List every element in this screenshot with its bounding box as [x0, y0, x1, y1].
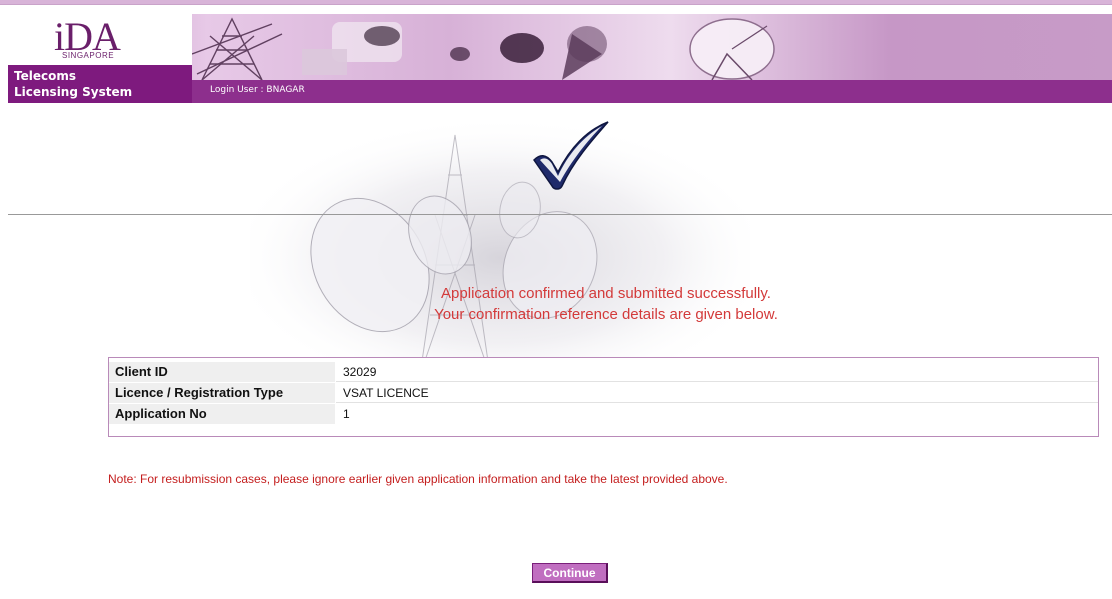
system-title-line2: Licensing System — [14, 85, 133, 99]
satellite-dish-image — [250, 115, 750, 375]
resubmission-note: Note: For resubmission cases, please ign… — [108, 472, 728, 486]
confirmation-details-table: Client ID 32029 Licence / Registration T… — [108, 357, 1099, 437]
confirmation-message-line1: Application confirmed and submitted succ… — [441, 285, 771, 302]
column-divider — [335, 404, 336, 424]
logo-subtitle: SINGAPORE — [62, 51, 115, 60]
table-row: Application No 1 — [109, 404, 1098, 424]
section-divider — [8, 214, 1112, 215]
logo-box: iDA SINGAPORE — [8, 14, 192, 65]
login-user: Login User : BNAGAR — [210, 85, 305, 95]
confirmation-message-line2: Your confirmation reference details are … — [434, 306, 778, 323]
client-id-label: Client ID — [109, 362, 335, 382]
licence-type-label: Licence / Registration Type — [109, 383, 335, 403]
site-header: iDA SINGAPORE Telecoms Licensing System … — [8, 14, 1112, 103]
top-rule — [0, 4, 1112, 5]
client-id-value: 32029 — [343, 365, 377, 379]
application-no-label: Application No — [109, 404, 335, 424]
continue-button[interactable]: Continue — [532, 563, 608, 583]
column-divider — [335, 383, 336, 403]
licence-type-value: VSAT LICENCE — [343, 386, 429, 400]
checkmark-icon — [533, 121, 609, 190]
table-row: Licence / Registration Type VSAT LICENCE — [109, 383, 1098, 403]
login-bar: Login User : BNAGAR — [192, 80, 1112, 103]
header-photo-collage — [192, 17, 775, 80]
table-row: Client ID 32029 — [109, 362, 1098, 382]
system-title: Telecoms Licensing System — [14, 68, 132, 100]
application-no-value: 1 — [343, 407, 350, 421]
system-title-line1: Telecoms — [14, 69, 76, 83]
column-divider — [335, 362, 336, 382]
